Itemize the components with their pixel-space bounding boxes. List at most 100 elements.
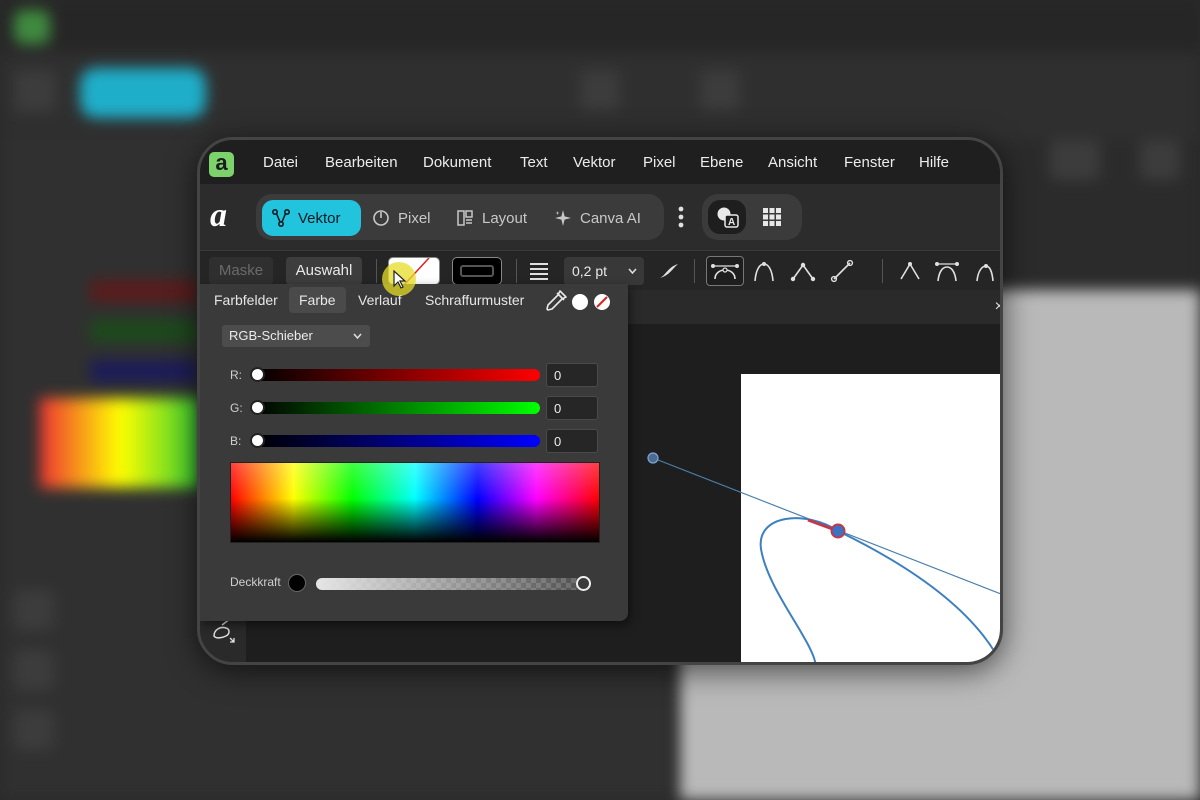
green-slider[interactable] xyxy=(254,402,540,414)
bg-chip xyxy=(14,650,54,690)
red-slider-label: R: xyxy=(230,368,242,382)
mask-button[interactable]: Maske xyxy=(209,257,273,285)
stroke-swatch[interactable] xyxy=(452,257,502,285)
color-mode-select[interactable]: RGB-Schieber xyxy=(222,325,370,347)
bg-chip xyxy=(1050,140,1100,180)
bg-chip xyxy=(14,710,54,750)
persona-canva-ai-label: Canva AI xyxy=(580,209,641,227)
line-segment-icon[interactable] xyxy=(830,259,854,283)
persona-vektor-label: Vektor xyxy=(298,209,341,227)
menu-dokument[interactable]: Dokument xyxy=(423,154,491,171)
bg-green-slider xyxy=(90,320,200,342)
sparkle-icon xyxy=(555,210,571,226)
bg-active-persona xyxy=(80,68,206,118)
green-value-field[interactable]: 0 xyxy=(546,396,598,420)
mouse-cursor-icon xyxy=(393,270,407,289)
convert-sharp-icon[interactable] xyxy=(898,259,922,283)
persona-vektor-button[interactable]: Vektor xyxy=(262,200,361,236)
eyedropper-icon[interactable] xyxy=(543,288,569,314)
menu-hilfe[interactable]: Hilfe xyxy=(919,154,949,171)
divider xyxy=(516,259,517,283)
convert-smart-icon[interactable] xyxy=(974,259,996,283)
color-spectrum[interactable] xyxy=(230,462,600,543)
menu-bearbeiten[interactable]: Bearbeiten xyxy=(325,154,398,171)
color-panel: Farbfelder Farbe Verlauf Schraffurmuster… xyxy=(200,284,628,621)
blue-slider-handle[interactable] xyxy=(250,433,265,448)
bg-chip xyxy=(14,590,54,630)
sharp-node-icon[interactable] xyxy=(790,259,816,283)
divider xyxy=(694,259,695,283)
close-icon[interactable]: × xyxy=(995,298,1000,316)
red-slider[interactable] xyxy=(254,369,540,381)
blue-slider[interactable] xyxy=(254,435,540,447)
divider xyxy=(376,259,377,283)
menu-vektor[interactable]: Vektor xyxy=(573,154,616,171)
opacity-color-preview xyxy=(288,574,306,592)
menu-pixel[interactable]: Pixel xyxy=(643,154,676,171)
persona-canva-ai-button[interactable]: Canva AI xyxy=(544,200,656,236)
persona-toolbar: a Vektor Pixel Layout Canva AI A xyxy=(200,184,1000,250)
smooth-node-button[interactable] xyxy=(706,256,744,286)
opacity-label: Deckkraft xyxy=(230,575,281,589)
stroke-lines-icon[interactable] xyxy=(528,260,550,282)
persona-layout-label: Layout xyxy=(482,209,528,227)
menu-datei[interactable]: Datei xyxy=(263,154,298,171)
stroke-width-select[interactable]: 0,2 pt xyxy=(564,257,644,285)
menu-fenster[interactable]: Fenster xyxy=(844,154,895,171)
bg-menubar xyxy=(0,0,1200,52)
selection-button[interactable]: Auswahl xyxy=(286,257,362,285)
stroke-width-value: 0,2 pt xyxy=(572,263,608,279)
stroke-swatch-inner xyxy=(460,265,494,277)
divider xyxy=(882,259,883,283)
cusp-node-icon[interactable] xyxy=(752,259,776,283)
bg-logo xyxy=(14,10,50,44)
tab-farbe[interactable]: Farbe xyxy=(289,287,346,313)
svg-text:A: A xyxy=(728,217,735,228)
bg-blue-slider xyxy=(90,360,200,382)
vector-persona-icon xyxy=(272,209,290,227)
tab-farbfelder[interactable]: Farbfelder xyxy=(204,287,288,313)
bg-chip xyxy=(14,70,56,112)
color-mode-value: RGB-Schieber xyxy=(229,328,313,343)
pixel-persona-icon xyxy=(373,210,389,226)
smooth-node-icon xyxy=(711,264,739,280)
red-value-field[interactable]: 0 xyxy=(546,363,598,387)
app-logo-icon: a xyxy=(209,152,234,177)
bg-chip xyxy=(1140,140,1180,180)
menu-text[interactable]: Text xyxy=(520,154,548,171)
menu-ebene[interactable]: Ebene xyxy=(700,154,743,171)
view-mode-active[interactable]: A xyxy=(708,200,746,234)
persona-switcher: Vektor Pixel Layout Canva AI xyxy=(256,194,664,240)
fill-color-circle-icon[interactable] xyxy=(571,293,589,311)
bg-red-slider xyxy=(90,280,200,302)
pressure-curve-icon[interactable] xyxy=(658,261,680,281)
menu-ansicht[interactable]: Ansicht xyxy=(768,154,817,171)
app-window: a Datei Bearbeiten Dokument Text Vektor … xyxy=(197,137,1003,665)
blue-value-field[interactable]: 0 xyxy=(546,429,598,453)
selected-node xyxy=(830,523,846,539)
blue-slider-label: B: xyxy=(230,434,242,448)
chevron-down-icon xyxy=(353,333,362,339)
menu-bar: a Datei Bearbeiten Dokument Text Vektor … xyxy=(200,140,1000,184)
persona-pixel-label: Pixel xyxy=(398,209,431,227)
persona-layout-button[interactable]: Layout xyxy=(446,200,540,236)
chevron-down-icon xyxy=(628,268,637,274)
bg-chip xyxy=(700,70,740,110)
more-options-icon[interactable] xyxy=(678,206,684,228)
layout-persona-icon xyxy=(457,210,473,226)
red-slider-handle[interactable] xyxy=(250,367,265,382)
green-slider-handle[interactable] xyxy=(250,400,265,415)
bg-chip xyxy=(580,70,620,110)
convert-smooth-icon[interactable] xyxy=(934,259,960,283)
opacity-slider[interactable] xyxy=(316,578,582,590)
shape-text-icon: A xyxy=(717,207,739,228)
svg-text:a: a xyxy=(210,198,227,232)
affinity-logo-icon: a xyxy=(210,198,227,232)
green-slider-label: G: xyxy=(230,401,243,415)
grid-view-icon[interactable] xyxy=(762,207,782,227)
persona-pixel-button[interactable]: Pixel xyxy=(362,200,442,236)
tab-schraffurmuster[interactable]: Schraffurmuster xyxy=(415,287,534,313)
no-color-icon[interactable] xyxy=(593,293,611,311)
spectrum-highlight xyxy=(231,463,599,499)
opacity-slider-handle[interactable] xyxy=(576,576,591,591)
